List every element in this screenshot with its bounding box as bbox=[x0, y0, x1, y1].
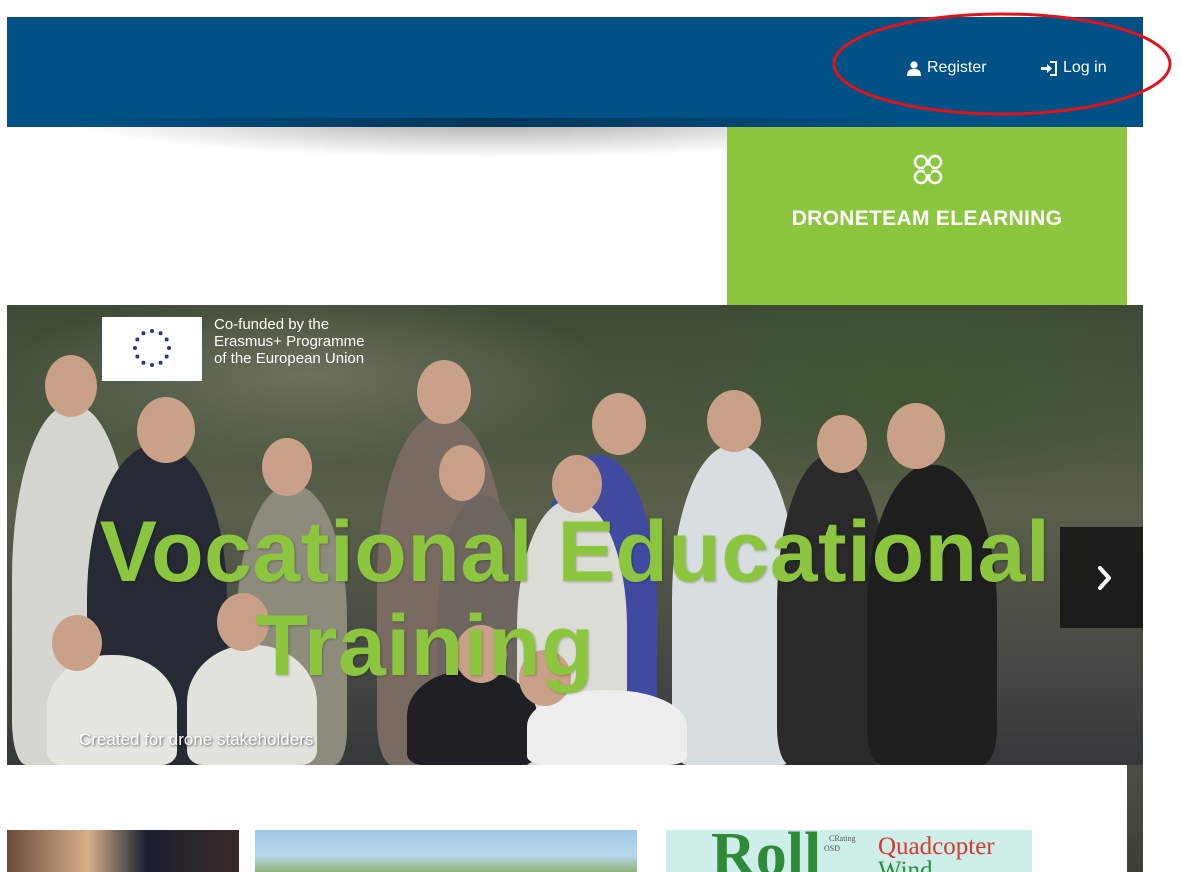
thumbnail-small-text: OSD bbox=[824, 844, 841, 853]
side-strip bbox=[1127, 765, 1143, 872]
photo-person-head bbox=[817, 415, 867, 473]
photo-person-head bbox=[262, 438, 312, 496]
login-label: Log in bbox=[1063, 59, 1107, 76]
chevron-right-icon bbox=[1098, 565, 1111, 590]
eu-text-line: Co-funded by the bbox=[214, 316, 330, 333]
thumbnail-line: Quadcopter bbox=[878, 833, 995, 860]
brand-logo-box[interactable]: DRONETEAM ELEARNING bbox=[727, 127, 1127, 308]
photo-person-head bbox=[45, 355, 97, 417]
carousel-next-button[interactable] bbox=[1060, 527, 1143, 628]
thumbnail-small-text: CRating bbox=[829, 834, 856, 843]
sign-in-icon bbox=[1040, 60, 1058, 76]
hero-title: Vocational Educational Training bbox=[7, 505, 1143, 693]
eu-flag-logo bbox=[102, 317, 202, 381]
hero-title-line: Training bbox=[255, 598, 595, 694]
register-label: Register bbox=[927, 59, 987, 76]
course-thumbnail[interactable] bbox=[7, 830, 239, 872]
course-thumbnail[interactable]: Roll CRating OSD Quadcopter Wind bbox=[666, 830, 1032, 872]
login-link[interactable]: Log in bbox=[1040, 59, 1107, 77]
photo-person-head bbox=[137, 397, 195, 463]
hero-title-line: Vocational Educational bbox=[99, 504, 1051, 600]
photo-person-head bbox=[439, 445, 485, 501]
thumbnail-line: Wind bbox=[878, 857, 933, 872]
hero-subtitle: Created for drone stakeholders bbox=[79, 730, 314, 749]
photo-person-head bbox=[707, 390, 761, 452]
photo-person-head bbox=[417, 360, 471, 424]
eu-text-line: Erasmus+ Programme bbox=[214, 333, 365, 350]
brand-name: DRONETEAM ELEARNING bbox=[791, 207, 1063, 230]
thumbnail-big-text: Roll bbox=[711, 830, 822, 872]
photo-person-head bbox=[592, 393, 646, 455]
photo-person-head bbox=[887, 403, 945, 469]
eu-text-line: of the European Union bbox=[214, 350, 365, 367]
drone-logo-icon bbox=[913, 154, 943, 185]
register-link[interactable]: Register bbox=[906, 59, 987, 77]
user-icon bbox=[906, 60, 922, 76]
eu-cofunding-text: Co-funded by the Erasmus+ Programme of t… bbox=[214, 316, 364, 367]
course-thumbnail[interactable] bbox=[255, 830, 637, 872]
hero-carousel: Co-funded by the Erasmus+ Programme of t… bbox=[7, 305, 1143, 765]
